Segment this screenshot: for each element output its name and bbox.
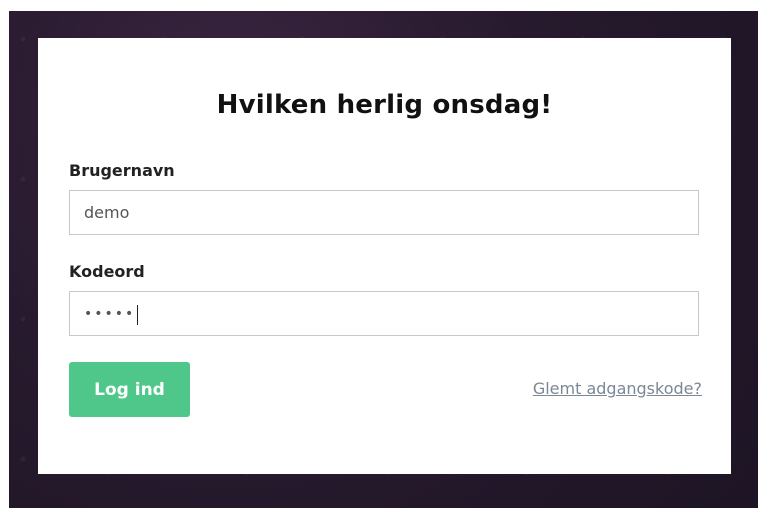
login-card: Hvilken herlig onsdag! Brugernavn demo K… [38,38,731,474]
page-title: Hvilken herlig onsdag! [216,90,553,120]
login-button[interactable]: Log ind [69,362,190,417]
username-value: demo [84,203,130,222]
forgot-password-link[interactable]: Glemt adgangskode? [533,379,702,398]
login-screen-background: Hvilken herlig onsdag! Brugernavn demo K… [9,11,758,508]
username-input[interactable]: demo [69,190,699,235]
password-mask: ••••• [84,306,136,322]
username-label: Brugernavn [69,161,175,180]
password-input[interactable]: ••••• [69,291,699,336]
password-label: Kodeord [69,262,145,281]
text-caret [137,304,139,325]
